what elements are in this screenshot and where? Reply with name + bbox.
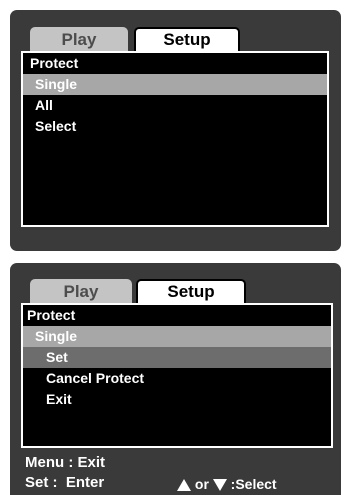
submenu-panel: Protect Single Set Cancel Protect Exit (21, 303, 333, 448)
footer-menu-hint: Menu : Exit (25, 454, 106, 471)
footer-set-hint: Set : Enter (25, 474, 105, 491)
submenu-item-set[interactable]: Set (23, 347, 331, 368)
set-action-label: Enter (65, 474, 105, 491)
menu-panel: Protect Single All Select (21, 51, 329, 227)
or-label: or (194, 476, 209, 492)
tab-play[interactable]: Play (30, 27, 128, 51)
tab-setup[interactable]: Setup (134, 27, 240, 51)
menu-key-label: Menu (25, 454, 65, 471)
menu-item-single[interactable]: Single (23, 74, 327, 95)
select-label: :Select (230, 476, 277, 492)
camera-menu-screen-2: Play Setup Protect Single Set Cancel Pro… (10, 263, 341, 495)
set-key-label: Set (25, 474, 49, 491)
camera-menu-screen-1: Play Setup Protect Single All Select (10, 10, 341, 251)
menu-item-single[interactable]: Single (23, 326, 331, 347)
tab-play[interactable]: Play (30, 279, 132, 303)
down-arrow-icon (212, 479, 227, 492)
menu-item-all[interactable]: All (23, 95, 327, 116)
footer-select-hint: or :Select (177, 476, 277, 492)
menu-title: Protect (27, 307, 76, 323)
submenu-item-cancel-protect[interactable]: Cancel Protect (23, 368, 331, 389)
menu-item-select[interactable]: Select (23, 116, 327, 137)
up-arrow-icon (177, 479, 191, 492)
tab-setup[interactable]: Setup (136, 279, 246, 303)
menu-title: Protect (30, 55, 79, 71)
menu-action-label: Exit (77, 454, 106, 471)
submenu-item-exit[interactable]: Exit (23, 389, 331, 410)
